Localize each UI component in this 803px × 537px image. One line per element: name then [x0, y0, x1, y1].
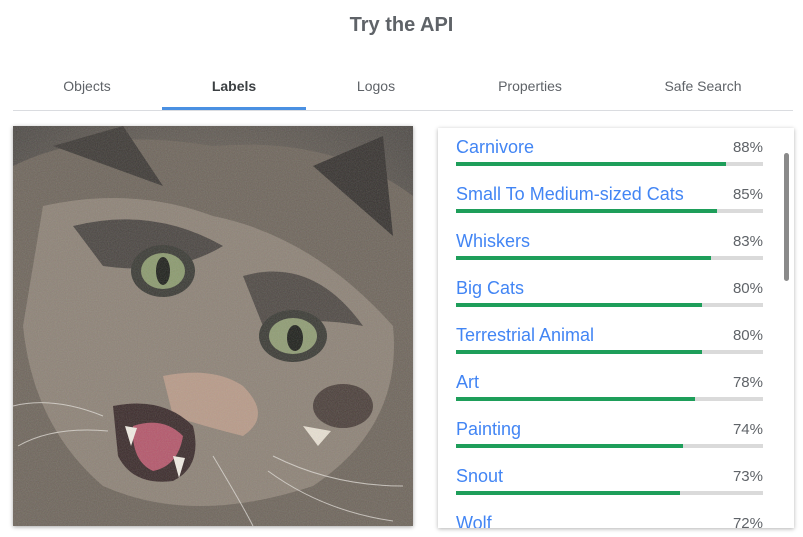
label-row: Wolf 72%	[456, 504, 763, 528]
label-row: Big Cats 80%	[456, 269, 763, 316]
label-name-link[interactable]: Painting	[456, 419, 521, 440]
confidence-bar-fill	[456, 350, 702, 354]
label-name-link[interactable]: Terrestrial Animal	[456, 325, 594, 346]
confidence-bar-track	[456, 162, 763, 166]
label-name-link[interactable]: Carnivore	[456, 137, 534, 158]
label-confidence: 73%	[732, 468, 763, 485]
uploaded-cat-image	[13, 126, 413, 526]
tab-properties[interactable]: Properties	[446, 66, 614, 110]
label-row: Art 78%	[456, 363, 763, 410]
tab-objects[interactable]: Objects	[13, 66, 161, 110]
confidence-bar-fill	[456, 162, 727, 166]
confidence-bar-track	[456, 209, 763, 213]
label-confidence: 85%	[732, 186, 763, 203]
confidence-bar-fill	[456, 444, 684, 448]
confidence-bar-track	[456, 303, 763, 307]
label-confidence: 80%	[732, 280, 763, 297]
label-row: Carnivore 88%	[456, 128, 763, 175]
tab-safe-search[interactable]: Safe Search	[614, 66, 792, 110]
label-name-link[interactable]: Big Cats	[456, 278, 524, 299]
confidence-bar-fill	[456, 209, 717, 213]
label-confidence: 78%	[732, 374, 763, 391]
confidence-bar-track	[456, 256, 763, 260]
confidence-bar-fill	[456, 491, 681, 495]
tab-labels[interactable]: Labels	[162, 66, 306, 110]
label-confidence: 83%	[732, 233, 763, 250]
label-name-link[interactable]: Art	[456, 372, 479, 393]
confidence-bar-track	[456, 350, 763, 354]
confidence-bar-track	[456, 397, 763, 401]
page-title: Try the API	[349, 14, 454, 36]
tab-logos[interactable]: Logos	[306, 66, 446, 110]
confidence-bar-fill	[456, 397, 696, 401]
label-name-link[interactable]: Snout	[456, 466, 503, 487]
label-name-link[interactable]: Whiskers	[456, 231, 530, 252]
tab-bar: Objects Labels Logos Properties Safe Sea…	[13, 66, 793, 111]
label-row: Terrestrial Animal 80%	[456, 316, 763, 363]
labels-list: Carnivore 88% Small To Medium-sized Cats 85…	[456, 128, 763, 528]
label-name-link[interactable]: Small To Medium-sized Cats	[456, 184, 684, 205]
label-confidence: 74%	[732, 421, 763, 438]
cat-photo	[13, 126, 413, 526]
confidence-bar-track	[456, 444, 763, 448]
labels-panel: Carnivore 88% Small To Medium-sized Cats 85…	[438, 128, 794, 528]
label-name-link[interactable]: Wolf	[456, 513, 492, 528]
label-row: Whiskers 83%	[456, 222, 763, 269]
label-confidence: 72%	[732, 515, 763, 528]
label-confidence: 80%	[732, 327, 763, 344]
label-row: Snout 73%	[456, 457, 763, 504]
label-row: Small To Medium-sized Cats 85%	[456, 175, 763, 222]
confidence-bar-fill	[456, 256, 711, 260]
label-row: Painting 74%	[456, 410, 763, 457]
scrollbar-thumb[interactable]	[784, 153, 789, 281]
confidence-bar-track	[456, 491, 763, 495]
label-confidence: 88%	[732, 139, 763, 156]
confidence-bar-fill	[456, 303, 702, 307]
